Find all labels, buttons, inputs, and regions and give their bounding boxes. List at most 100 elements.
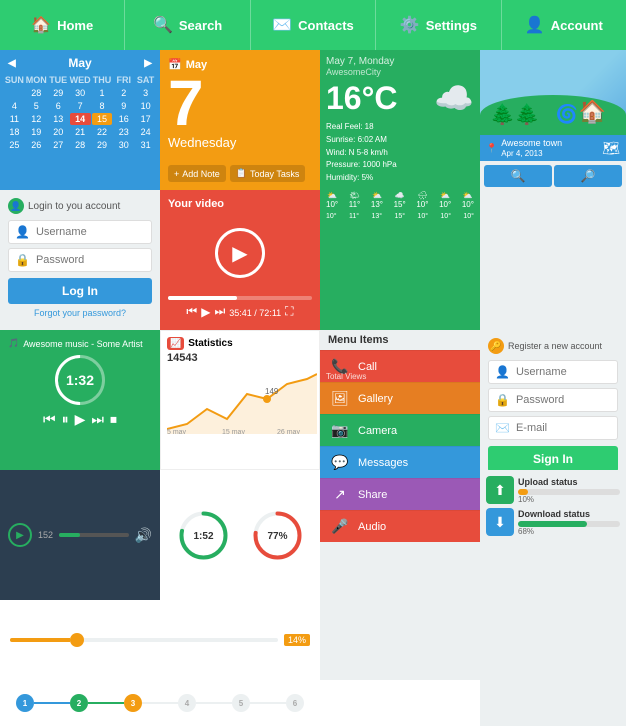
- register-email-input[interactable]: [516, 422, 611, 434]
- cal-day[interactable]: 30: [113, 139, 134, 151]
- weather-forecast: ⛅10° 🌤11° ⛅13° ☁️15° 🌧10° ⛅10° ⛅10°: [326, 191, 474, 209]
- video-rewind-icon[interactable]: ⏮: [186, 304, 197, 319]
- cal-day[interactable]: 9: [113, 100, 134, 112]
- cal-day[interactable]: 10: [135, 100, 156, 112]
- video-play-button[interactable]: ▶: [215, 228, 265, 278]
- cal-day[interactable]: 27: [48, 139, 69, 151]
- register-password-field[interactable]: 🔒: [488, 388, 618, 412]
- cal-day[interactable]: 20: [48, 126, 69, 138]
- music-prev-icon[interactable]: ⏮: [43, 411, 56, 428]
- upload-percent: 10%: [518, 495, 620, 504]
- nav-settings[interactable]: ⚙️ Settings: [376, 0, 501, 50]
- cal-day[interactable]: 29: [48, 87, 69, 99]
- cal-day[interactable]: 18: [4, 126, 25, 138]
- cal-day[interactable]: 25: [4, 139, 25, 151]
- signin-button[interactable]: Sign In: [488, 446, 618, 472]
- cal-day[interactable]: 28: [26, 87, 47, 99]
- forecast-icon-6: ⛅: [439, 191, 451, 200]
- add-note-button[interactable]: + Add Note: [168, 165, 226, 182]
- step-1[interactable]: 1: [16, 694, 34, 712]
- download-percent: 68%: [518, 527, 620, 536]
- music-pause-icon[interactable]: ⏸: [62, 411, 69, 428]
- cal-day[interactable]: 6: [48, 100, 69, 112]
- cal-day[interactable]: 16: [113, 113, 134, 125]
- cal-day[interactable]: 21: [70, 126, 91, 138]
- register-username-input[interactable]: [516, 366, 611, 378]
- account-search-btn-1[interactable]: 🔍: [484, 165, 552, 187]
- menu-gallery[interactable]: 🖼 Gallery: [320, 382, 480, 414]
- cal-day[interactable]: 29: [92, 139, 113, 151]
- cal-day[interactable]: 17: [135, 113, 156, 125]
- video-play-icon[interactable]: ▶: [201, 305, 210, 319]
- username-field[interactable]: 👤: [8, 220, 152, 244]
- forgot-password-link[interactable]: Forgot your password?: [8, 308, 152, 318]
- cal-day[interactable]: 22: [92, 126, 113, 138]
- cal-sat: SAT: [135, 74, 156, 86]
- cal-day[interactable]: 26: [26, 139, 47, 151]
- menu-share[interactable]: ↗ Share: [320, 478, 480, 510]
- circular-progress-row: 1:52 77%: [160, 470, 320, 600]
- cal-day[interactable]: 13: [48, 113, 69, 125]
- cal-day[interactable]: 24: [135, 126, 156, 138]
- step-2[interactable]: 2: [70, 694, 88, 712]
- video-fullscreen-icon[interactable]: ⛶: [285, 304, 293, 319]
- cal-day[interactable]: 7: [70, 100, 91, 112]
- cal-day[interactable]: 11: [4, 113, 25, 125]
- account-search-btn-2[interactable]: 🔎: [554, 165, 622, 187]
- music-play-icon[interactable]: ▶: [75, 411, 86, 428]
- forecast-day-7: ⛅10°: [462, 191, 474, 209]
- cal-day[interactable]: 19: [26, 126, 47, 138]
- cal-day[interactable]: 12: [26, 113, 47, 125]
- slider-thumb[interactable]: [70, 633, 84, 647]
- cal-day[interactable]: 3: [135, 87, 156, 99]
- cal-day[interactable]: 5: [26, 100, 47, 112]
- nav-account[interactable]: 👤 Account: [502, 0, 626, 50]
- cal-day[interactable]: 30: [70, 87, 91, 99]
- cal-prev-arrow[interactable]: ◀: [8, 58, 16, 69]
- menu-camera[interactable]: 📷 Camera: [320, 414, 480, 446]
- password-input[interactable]: [36, 254, 145, 266]
- video-progress-bar[interactable]: [168, 296, 312, 300]
- chart-number: 14543: [167, 352, 313, 364]
- may-day-name: Wednesday: [168, 135, 312, 150]
- register-icon: 🔑: [488, 338, 504, 354]
- step-6[interactable]: 6: [286, 694, 304, 712]
- cal-day[interactable]: 31: [135, 139, 156, 151]
- nav-contacts[interactable]: ✉️ Contacts: [251, 0, 376, 50]
- menu-messages[interactable]: 💬 Messages: [320, 446, 480, 478]
- step-5[interactable]: 5: [232, 694, 250, 712]
- cal-day[interactable]: 23: [113, 126, 134, 138]
- menu-audio[interactable]: 🎤 Audio: [320, 510, 480, 542]
- music-next-icon[interactable]: ⏭: [91, 411, 104, 428]
- forecast-icon-2: 🌤: [349, 191, 361, 200]
- line-chart: 149 5 may 15 may 26 may: [167, 364, 317, 434]
- volume-icon[interactable]: 🔊: [135, 527, 152, 544]
- username-input[interactable]: [36, 226, 145, 238]
- forecast-icon-7: ⛅: [462, 191, 474, 200]
- video-forward-icon[interactable]: ⏭: [214, 304, 225, 319]
- nav-home[interactable]: 🏠 Home: [0, 0, 125, 50]
- cal-day[interactable]: 28: [70, 139, 91, 151]
- today-tasks-button[interactable]: 📋 Today Tasks: [230, 165, 306, 182]
- cal-day[interactable]: 2: [113, 87, 134, 99]
- cal-day[interactable]: 1: [92, 87, 113, 99]
- cal-highlighted[interactable]: 15: [92, 113, 113, 125]
- nav-search[interactable]: 🔍 Search: [125, 0, 250, 50]
- media-progress-bar[interactable]: [59, 533, 129, 537]
- cal-day[interactable]: 8: [92, 100, 113, 112]
- cal-day[interactable]: 4: [4, 100, 25, 112]
- register-username-field[interactable]: 👤: [488, 360, 618, 384]
- music-stop-icon[interactable]: ⏹: [110, 411, 117, 428]
- map-icon[interactable]: 🗺: [602, 140, 620, 157]
- step-4[interactable]: 4: [178, 694, 196, 712]
- register-email-field[interactable]: ✉️: [488, 416, 618, 440]
- register-password-input[interactable]: [516, 394, 611, 406]
- login-button[interactable]: Log In: [8, 278, 152, 304]
- weather-cloud-icon: ☁️: [434, 79, 474, 117]
- weather-temperature: 16°C: [326, 80, 398, 117]
- cal-next-arrow[interactable]: ▶: [144, 58, 152, 69]
- media-play-button[interactable]: ▶: [8, 523, 32, 547]
- cal-today[interactable]: 14: [70, 113, 91, 125]
- password-field[interactable]: 🔒: [8, 248, 152, 272]
- step-3[interactable]: 3: [124, 694, 142, 712]
